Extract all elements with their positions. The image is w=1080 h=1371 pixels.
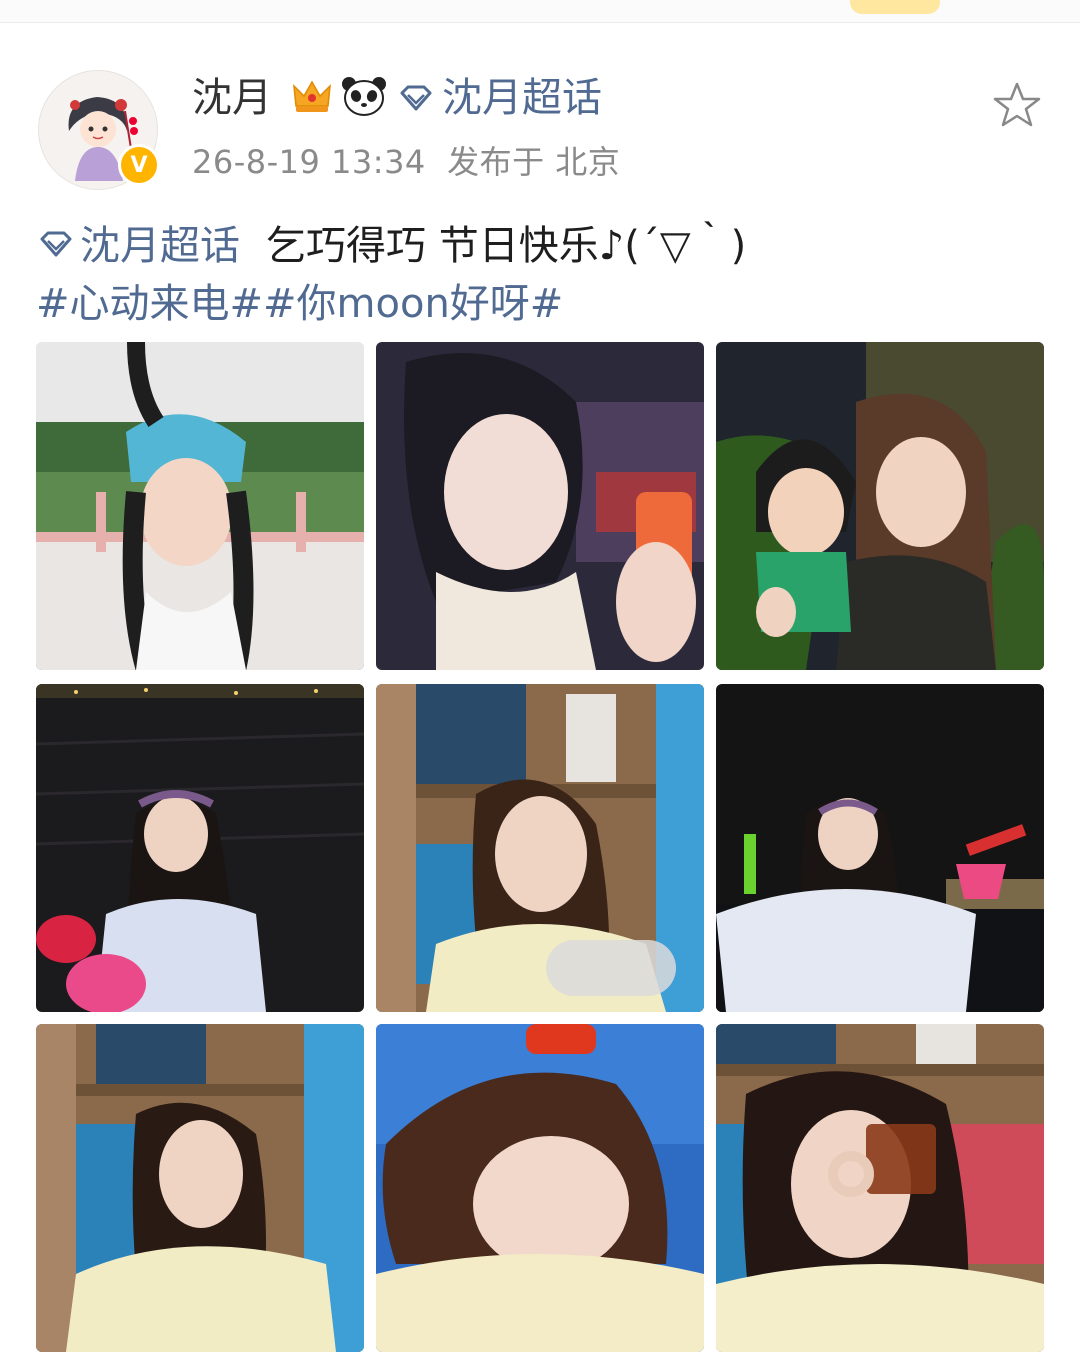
username[interactable]: 沈月: [192, 70, 272, 126]
crown-icon: [290, 74, 334, 118]
diamond-icon: [396, 83, 436, 113]
photo-7[interactable]: [36, 1024, 364, 1352]
top-decoration: [850, 0, 940, 14]
super-topic-link[interactable]: 沈月超话: [396, 70, 602, 126]
topic-tag-link[interactable]: 沈月超话: [36, 218, 240, 274]
top-strip: [0, 0, 1080, 23]
photo-3[interactable]: [716, 342, 1044, 670]
post-body: 乞巧得巧 节日快乐♪(´▽｀): [266, 223, 747, 269]
verified-badge: V: [118, 144, 160, 186]
post-text-line: 沈月超话 乞巧得巧 节日快乐♪(´▽｀): [36, 218, 746, 274]
super-topic-label: 沈月超话: [442, 75, 602, 121]
photo-4[interactable]: [36, 684, 364, 1012]
photo-5[interactable]: [376, 684, 704, 1012]
photo-6[interactable]: [716, 684, 1044, 1012]
post-meta: 26-8-19 13:34 发布于 北京: [192, 140, 620, 184]
post-hashtags[interactable]: #心动来电##你moon好呀#: [36, 276, 563, 332]
topic-tag-label: 沈月超话: [80, 223, 240, 269]
panda-icon: [340, 74, 388, 118]
photo-9[interactable]: [716, 1024, 1044, 1352]
photo-8[interactable]: [376, 1024, 704, 1352]
diamond-icon: [36, 218, 76, 274]
location: 发布于 北京: [447, 143, 621, 181]
timestamp: 26-8-19 13:34: [192, 143, 426, 181]
photo-1[interactable]: [36, 342, 364, 670]
photo-2[interactable]: [376, 342, 704, 670]
star-icon[interactable]: [990, 80, 1044, 130]
